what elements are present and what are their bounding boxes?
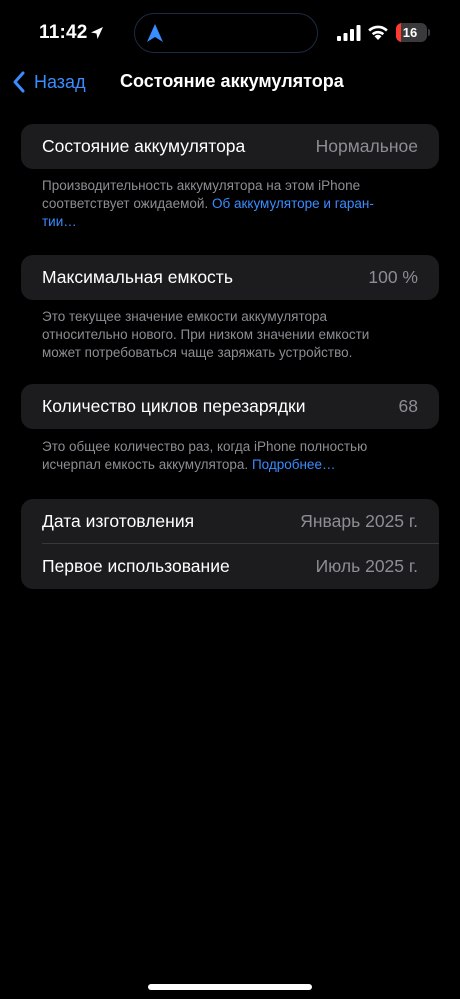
dynamic-island[interactable] [134, 13, 318, 53]
max-capacity-footnote: Это текущее значение емкости аккумулятор… [42, 309, 370, 360]
navigation-icon [147, 24, 163, 42]
max-capacity-value: 100 % [368, 267, 418, 287]
battery-icon: 16 [396, 23, 427, 42]
cellular-signal-icon [337, 25, 361, 41]
home-indicator[interactable] [148, 984, 312, 990]
learn-more-link[interactable]: Подробнее… [252, 457, 336, 472]
cycle-count-group: Количество циклов перезарядки 68 [21, 384, 439, 429]
cycle-count-footnote: Это общее количество раз, когда iPhone п… [42, 438, 404, 474]
battery-health-value: Нормальное [315, 136, 418, 156]
cycle-count-value: 68 [398, 396, 418, 416]
dates-group: Дата изготовления Январь 2025 г. Первое … [21, 499, 439, 589]
battery-health-row[interactable]: Состояние аккумулятора Нормальное [21, 124, 439, 169]
battery-health-group: Состояние аккумулятора Нормальное [21, 124, 439, 169]
cycle-count-label: Количество циклов перезарядки [42, 396, 306, 416]
manufacture-date-label: Дата изготовления [42, 511, 195, 531]
location-arrow-icon [91, 27, 103, 39]
status-bar: 11:42 16 [0, 0, 460, 66]
back-button[interactable]: Назад [12, 70, 86, 94]
battery-health-label: Состояние аккумулятора [42, 136, 246, 156]
battery-level: 16 [402, 25, 418, 40]
max-capacity-group: Максимальная емкость 100 % [21, 255, 439, 300]
max-capacity-row: Максимальная емкость 100 % [21, 255, 439, 300]
back-label: Назад [34, 71, 86, 92]
max-capacity-label: Максимальная емкость [42, 267, 233, 287]
battery-health-footnote: Производительность аккумулятора на этом … [42, 177, 404, 231]
chevron-back-icon [13, 71, 25, 93]
wifi-icon [368, 25, 388, 40]
first-use-label: Первое использование [42, 556, 230, 576]
first-use-row: Первое использование Июль 2025 г. [21, 544, 439, 589]
page-title: Состояние аккумулятора [120, 71, 344, 91]
battery-cap [428, 29, 430, 36]
manufacture-date-value: Январь 2025 г. [300, 511, 418, 531]
first-use-value: Июль 2025 г. [315, 556, 418, 576]
cycle-count-row: Количество циклов перезарядки 68 [21, 384, 439, 429]
manufacture-date-row: Дата изготовления Январь 2025 г. [21, 499, 439, 544]
status-time: 11:42 [39, 22, 88, 43]
navigation-bar: Назад Состояние аккумулятора [0, 60, 460, 104]
